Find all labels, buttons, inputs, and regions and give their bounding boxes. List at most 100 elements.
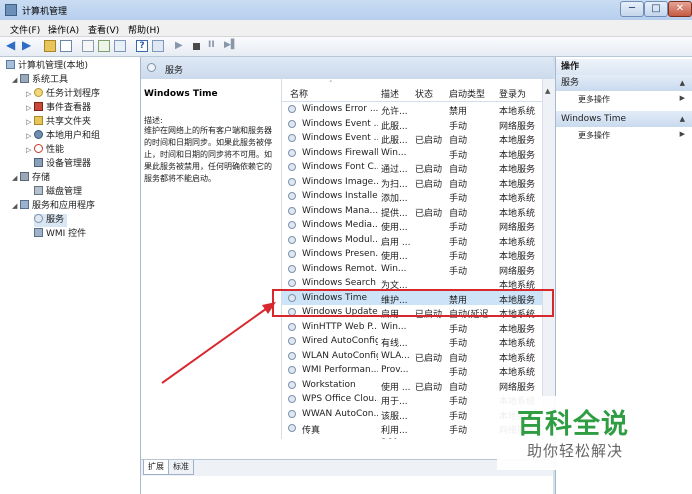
pane-title: 服务 <box>165 66 184 76</box>
menu-file[interactable]: 文件(F) <box>10 23 40 36</box>
tree-item-local-users[interactable]: ▷ 本地用户和组 <box>26 130 100 143</box>
service-description: WLA... <box>381 350 410 361</box>
service-row[interactable]: Windows Remot... Win... 手动 网络服务 <box>282 262 542 277</box>
menu-action[interactable]: 操作(A) <box>48 23 79 36</box>
service-startup-type: 手动 <box>449 252 468 262</box>
tree-item-wmi[interactable]: WMI 控件 <box>34 228 86 241</box>
tree-item-performance[interactable]: ▷ 性能 <box>26 144 64 157</box>
refresh-icon[interactable] <box>98 40 110 52</box>
tab-standard[interactable]: 标准 <box>168 460 194 475</box>
submenu-arrow-icon: ▶ <box>679 94 685 102</box>
service-row[interactable]: Workstation 使用 ... 已启动 自动 网络服务 <box>282 378 542 393</box>
service-row[interactable]: Windows Event ... 此服... 手动 网络服务 <box>282 117 542 132</box>
service-row[interactable]: Windows Font C... 通过... 已启动 自动 本地服务 <box>282 160 542 175</box>
service-description: 为扫... <box>381 179 408 190</box>
service-name: WWAN AutoCon... <box>302 408 378 419</box>
collapse-icon[interactable]: ◢ <box>12 74 20 87</box>
properties-icon[interactable] <box>82 40 94 52</box>
service-name: WPS Office Clou... <box>302 394 378 404</box>
tree-item-shared-folders[interactable]: ▷ 共享文件夹 <box>26 116 91 129</box>
close-button[interactable]: ✕ <box>668 1 692 17</box>
tree-item-services-apps[interactable]: ◢ 服务和应用程序 <box>12 200 95 213</box>
start-service-icon[interactable]: ▶ <box>175 40 187 52</box>
tree-item-disk-management[interactable]: 磁盘管理 <box>34 186 82 199</box>
service-row[interactable]: Windows Mana... 提供... 已启动 自动 本地系统 <box>282 204 542 219</box>
service-name: Windows Firewall <box>302 147 378 158</box>
service-row[interactable]: Windows Firewall Win... 手动 本地服务 <box>282 146 542 161</box>
service-name: Windows Mana... <box>302 205 378 216</box>
collapse-icon[interactable]: ◢ <box>12 200 20 213</box>
tree-item-storage[interactable]: ◢ 存储 <box>12 172 50 185</box>
column-name[interactable]: 名称 <box>290 87 308 100</box>
column-log-on-as[interactable]: 登录为 <box>499 87 526 100</box>
forward-arrow-icon[interactable]: ▶ <box>22 39 34 52</box>
stop-service-icon[interactable] <box>193 43 200 50</box>
performance-icon <box>34 144 43 153</box>
tab-extended[interactable]: 扩展 <box>143 460 169 475</box>
description-text: 维护在网络上的所有客户端和服务器的时间和日期同步。如果此服务被停止，时间和日期的… <box>144 126 272 183</box>
service-startup-type: 自动 <box>449 438 497 440</box>
service-gear-icon <box>288 119 296 128</box>
minimize-button[interactable]: ─ <box>620 1 644 17</box>
expand-icon[interactable]: ▷ <box>26 130 34 143</box>
maximize-button[interactable]: □ <box>644 1 668 17</box>
service-row[interactable]: Wired AutoConfig 有线... 手动 本地系统 <box>282 334 542 349</box>
watermark-slogan: 助你轻松解决 <box>527 442 624 460</box>
restart-service-icon[interactable]: ▶▌ <box>224 40 238 52</box>
service-row[interactable]: Windows Presen... 使用... 手动 本地服务 <box>282 247 542 262</box>
service-gear-icon <box>288 424 296 432</box>
service-description: 该服... <box>381 411 408 422</box>
vertical-scrollbar[interactable]: ▲ <box>542 79 555 439</box>
menu-help[interactable]: 帮助(H) <box>128 23 160 36</box>
service-gear-icon <box>288 163 296 171</box>
scroll-up-icon[interactable]: ▲ <box>545 87 550 95</box>
tree-item-event-viewer[interactable]: ▷ 事件查看器 <box>26 102 91 115</box>
back-arrow-icon[interactable]: ◀ <box>6 39 18 52</box>
menu-view[interactable]: 查看(V) <box>88 23 119 36</box>
service-row[interactable]: Windows Media... 使用... 手动 网络服务 <box>282 218 542 233</box>
show-tree-icon[interactable] <box>60 40 72 52</box>
service-gear-icon <box>288 105 296 113</box>
export-list-icon[interactable] <box>114 40 126 52</box>
tree-item-device-manager[interactable]: 设备管理器 <box>34 158 91 171</box>
service-description: 允许... <box>381 107 408 117</box>
column-description[interactable]: 描述 <box>381 87 399 100</box>
service-row[interactable]: Windows Image... 为扫... 已启动 自动 本地服务 <box>282 175 542 190</box>
view-tabs: 扩展 标准 <box>141 459 553 476</box>
expand-icon[interactable]: ▷ <box>26 116 34 129</box>
services-icon <box>147 63 156 72</box>
service-row[interactable]: Windows Search 为文... 本地系统 <box>282 276 542 291</box>
actions-group-windows-time[interactable]: Windows Time ▲ <box>556 111 692 127</box>
tree-root[interactable]: 计算机管理(本地) <box>6 60 88 73</box>
service-status: 已启动 <box>415 353 443 364</box>
service-row[interactable]: Windows Installer 添加... 手动 本地系统 <box>282 189 542 204</box>
service-row[interactable]: WMI Performan... Prov... 手动 本地系统 <box>282 363 542 378</box>
tree-item-task-scheduler[interactable]: ▷ 任务计划程序 <box>26 88 100 101</box>
up-folder-icon[interactable] <box>44 40 56 52</box>
more-actions-link[interactable]: 更多操作 <box>578 94 610 105</box>
service-name: Windows Font C... <box>302 162 378 172</box>
service-name: 传真 <box>302 426 321 436</box>
column-startup-type[interactable]: 启动类型 <box>449 87 485 100</box>
service-gear-icon <box>288 351 296 360</box>
action-pane-icon[interactable] <box>152 40 164 52</box>
actions-group-services[interactable]: 服务 ▲ <box>556 75 692 91</box>
expand-icon[interactable]: ▷ <box>26 102 34 115</box>
tree-item-system-tools[interactable]: ◢ 系统工具 <box>12 74 68 87</box>
service-row[interactable]: Windows Error ... 允许... 禁用 本地系统 <box>282 102 542 117</box>
service-row[interactable]: WinHTTP Web P... Win... 手动 本地服务 <box>282 320 542 335</box>
toolbar: ◀ ▶ ? ▶ II ▶▌ <box>0 37 692 57</box>
pause-service-icon[interactable]: II <box>208 40 220 52</box>
help-icon[interactable]: ? <box>136 40 148 52</box>
service-status: 已启动 <box>415 438 447 440</box>
collapse-icon[interactable]: ◢ <box>12 172 20 185</box>
tree-item-services[interactable]: 服务 <box>34 214 68 227</box>
expand-icon[interactable]: ▷ <box>26 88 34 101</box>
column-status[interactable]: 状态 <box>415 87 433 100</box>
service-startup-type: 手动 <box>449 194 468 204</box>
service-row[interactable]: WLAN AutoConfig WLA... 已启动 自动 本地系统 <box>282 349 542 364</box>
service-row[interactable]: Windows Event ... 此服... 已启动 自动 本地服务 <box>282 131 542 146</box>
more-actions-link[interactable]: 更多操作 <box>578 130 610 141</box>
expand-icon[interactable]: ▷ <box>26 144 34 157</box>
service-row[interactable]: Windows Modul... 启用 ... 手动 本地系统 <box>282 233 542 248</box>
